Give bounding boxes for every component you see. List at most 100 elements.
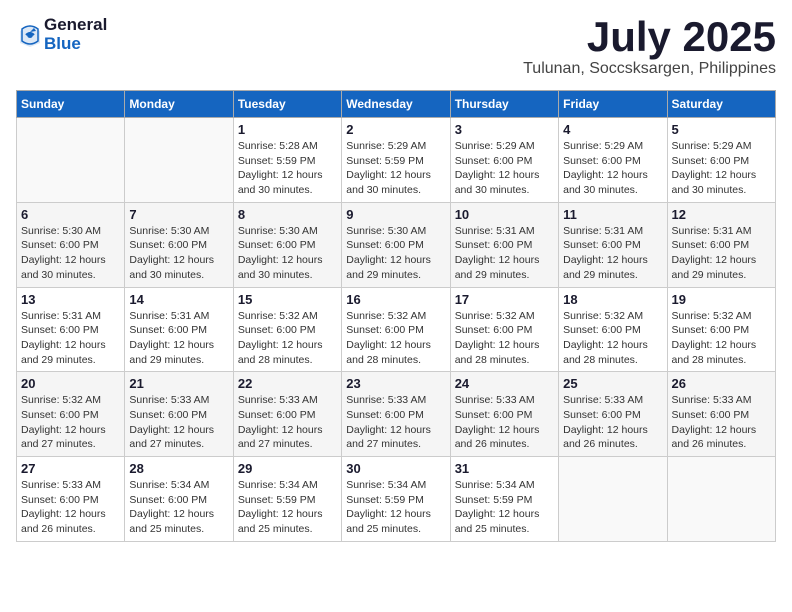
day-number: 18 <box>563 292 662 307</box>
weekday-header-friday: Friday <box>559 91 667 118</box>
day-cell: 30 Sunrise: 5:34 AMSunset: 5:59 PMDayligh… <box>342 457 450 542</box>
day-info: Sunrise: 5:30 AMSunset: 6:00 PMDaylight:… <box>21 224 120 283</box>
day-info: Sunrise: 5:31 AMSunset: 6:00 PMDaylight:… <box>129 309 228 368</box>
day-number: 30 <box>346 461 445 476</box>
day-info: Sunrise: 5:29 AMSunset: 5:59 PMDaylight:… <box>346 139 445 198</box>
day-info: Sunrise: 5:32 AMSunset: 6:00 PMDaylight:… <box>21 393 120 452</box>
day-cell: 18 Sunrise: 5:32 AMSunset: 6:00 PMDayligh… <box>559 287 667 372</box>
day-number: 5 <box>672 122 771 137</box>
day-number: 3 <box>455 122 554 137</box>
logo-general: General <box>44 16 107 35</box>
day-number: 13 <box>21 292 120 307</box>
day-info: Sunrise: 5:29 AMSunset: 6:00 PMDaylight:… <box>563 139 662 198</box>
day-cell: 26 Sunrise: 5:33 AMSunset: 6:00 PMDayligh… <box>667 372 775 457</box>
day-info: Sunrise: 5:33 AMSunset: 6:00 PMDaylight:… <box>21 478 120 537</box>
day-number: 8 <box>238 207 337 222</box>
day-cell <box>667 457 775 542</box>
week-row-1: 1 Sunrise: 5:28 AMSunset: 5:59 PMDaylight… <box>17 118 776 203</box>
weekday-header-saturday: Saturday <box>667 91 775 118</box>
day-cell: 27Sunrise: 5:33 AMSunset: 6:00 PMDayligh… <box>17 457 125 542</box>
day-info: Sunrise: 5:30 AMSunset: 6:00 PMDaylight:… <box>346 224 445 283</box>
day-number: 17 <box>455 292 554 307</box>
day-cell: 22 Sunrise: 5:33 AMSunset: 6:00 PMDayligh… <box>233 372 341 457</box>
day-cell: 21Sunrise: 5:33 AMSunset: 6:00 PMDayligh… <box>125 372 233 457</box>
day-number: 1 <box>238 122 337 137</box>
day-number: 31 <box>455 461 554 476</box>
day-number: 25 <box>563 376 662 391</box>
day-info: Sunrise: 5:31 AMSunset: 6:00 PMDaylight:… <box>21 309 120 368</box>
day-cell: 6Sunrise: 5:30 AMSunset: 6:00 PMDaylight… <box>17 202 125 287</box>
day-info: Sunrise: 5:33 AMSunset: 6:00 PMDaylight:… <box>238 393 337 452</box>
logo-blue: Blue <box>44 35 107 54</box>
day-cell: 14 Sunrise: 5:31 AMSunset: 6:00 PMDayligh… <box>125 287 233 372</box>
day-number: 14 <box>129 292 228 307</box>
day-number: 12 <box>672 207 771 222</box>
month-title: July 2025 <box>523 16 776 58</box>
weekday-header-row: SundayMondayTuesdayWednesdayThursdayFrid… <box>17 91 776 118</box>
day-info: Sunrise: 5:31 AMSunset: 6:00 PMDaylight:… <box>563 224 662 283</box>
day-number: 28 <box>129 461 228 476</box>
day-number: 10 <box>455 207 554 222</box>
day-info: Sunrise: 5:33 AMSunset: 6:00 PMDaylight:… <box>346 393 445 452</box>
day-number: 29 <box>238 461 337 476</box>
day-number: 23 <box>346 376 445 391</box>
day-number: 16 <box>346 292 445 307</box>
day-cell: 31Sunrise: 5:34 AMSunset: 5:59 PMDayligh… <box>450 457 558 542</box>
weekday-header-wednesday: Wednesday <box>342 91 450 118</box>
day-cell: 19 Sunrise: 5:32 AMSunset: 6:00 PMDayligh… <box>667 287 775 372</box>
day-cell: 10 Sunrise: 5:31 AMSunset: 6:00 PMDayligh… <box>450 202 558 287</box>
day-cell: 2 Sunrise: 5:29 AMSunset: 5:59 PMDaylight… <box>342 118 450 203</box>
day-cell: 4 Sunrise: 5:29 AMSunset: 6:00 PMDaylight… <box>559 118 667 203</box>
day-cell: 17 Sunrise: 5:32 AMSunset: 6:00 PMDayligh… <box>450 287 558 372</box>
day-cell: 29Sunrise: 5:34 AMSunset: 5:59 PMDayligh… <box>233 457 341 542</box>
day-info: Sunrise: 5:33 AMSunset: 6:00 PMDaylight:… <box>563 393 662 452</box>
day-info: Sunrise: 5:32 AMSunset: 6:00 PMDaylight:… <box>455 309 554 368</box>
day-number: 22 <box>238 376 337 391</box>
day-info: Sunrise: 5:34 AMSunset: 6:00 PMDaylight:… <box>129 478 228 537</box>
weekday-header-thursday: Thursday <box>450 91 558 118</box>
day-number: 2 <box>346 122 445 137</box>
day-number: 11 <box>563 207 662 222</box>
week-row-3: 13 Sunrise: 5:31 AMSunset: 6:00 PMDayligh… <box>17 287 776 372</box>
day-cell: 23 Sunrise: 5:33 AMSunset: 6:00 PMDayligh… <box>342 372 450 457</box>
logo-icon <box>16 21 44 49</box>
day-info: Sunrise: 5:34 AMSunset: 5:59 PMDaylight:… <box>346 478 445 537</box>
day-info: Sunrise: 5:33 AMSunset: 6:00 PMDaylight:… <box>455 393 554 452</box>
day-cell: 1 Sunrise: 5:28 AMSunset: 5:59 PMDaylight… <box>233 118 341 203</box>
logo: General Blue <box>16 16 107 53</box>
day-cell: 15Sunrise: 5:32 AMSunset: 6:00 PMDayligh… <box>233 287 341 372</box>
weekday-header-tuesday: Tuesday <box>233 91 341 118</box>
day-number: 4 <box>563 122 662 137</box>
day-info: Sunrise: 5:32 AMSunset: 6:00 PMDaylight:… <box>238 309 337 368</box>
day-cell <box>559 457 667 542</box>
day-cell: 3 Sunrise: 5:29 AMSunset: 6:00 PMDaylight… <box>450 118 558 203</box>
day-info: Sunrise: 5:32 AMSunset: 6:00 PMDaylight:… <box>672 309 771 368</box>
day-number: 26 <box>672 376 771 391</box>
day-info: Sunrise: 5:33 AMSunset: 6:00 PMDaylight:… <box>672 393 771 452</box>
location-title: Tulunan, Soccsksargen, Philippines <box>523 60 776 78</box>
weekday-header-sunday: Sunday <box>17 91 125 118</box>
day-info: Sunrise: 5:28 AMSunset: 5:59 PMDaylight:… <box>238 139 337 198</box>
day-number: 19 <box>672 292 771 307</box>
calendar-table: SundayMondayTuesdayWednesdayThursdayFrid… <box>16 90 776 542</box>
day-number: 24 <box>455 376 554 391</box>
day-cell: 9Sunrise: 5:30 AMSunset: 6:00 PMDaylight… <box>342 202 450 287</box>
day-info: Sunrise: 5:33 AMSunset: 6:00 PMDaylight:… <box>129 393 228 452</box>
day-info: Sunrise: 5:32 AMSunset: 6:00 PMDaylight:… <box>563 309 662 368</box>
week-row-5: 27Sunrise: 5:33 AMSunset: 6:00 PMDayligh… <box>17 457 776 542</box>
day-info: Sunrise: 5:29 AMSunset: 6:00 PMDaylight:… <box>672 139 771 198</box>
day-cell: 28 Sunrise: 5:34 AMSunset: 6:00 PMDayligh… <box>125 457 233 542</box>
weekday-header-monday: Monday <box>125 91 233 118</box>
day-cell: 20Sunrise: 5:32 AMSunset: 6:00 PMDayligh… <box>17 372 125 457</box>
title-block: July 2025 Tulunan, Soccsksargen, Philipp… <box>523 16 776 78</box>
day-info: Sunrise: 5:31 AMSunset: 6:00 PMDaylight:… <box>455 224 554 283</box>
day-cell: 7 Sunrise: 5:30 AMSunset: 6:00 PMDaylight… <box>125 202 233 287</box>
day-cell: 24 Sunrise: 5:33 AMSunset: 6:00 PMDayligh… <box>450 372 558 457</box>
day-info: Sunrise: 5:29 AMSunset: 6:00 PMDaylight:… <box>455 139 554 198</box>
day-number: 7 <box>129 207 228 222</box>
day-cell <box>17 118 125 203</box>
day-cell: 8Sunrise: 5:30 AMSunset: 6:00 PMDaylight… <box>233 202 341 287</box>
day-cell: 25 Sunrise: 5:33 AMSunset: 6:00 PMDayligh… <box>559 372 667 457</box>
day-cell <box>125 118 233 203</box>
day-info: Sunrise: 5:30 AMSunset: 6:00 PMDaylight:… <box>129 224 228 283</box>
